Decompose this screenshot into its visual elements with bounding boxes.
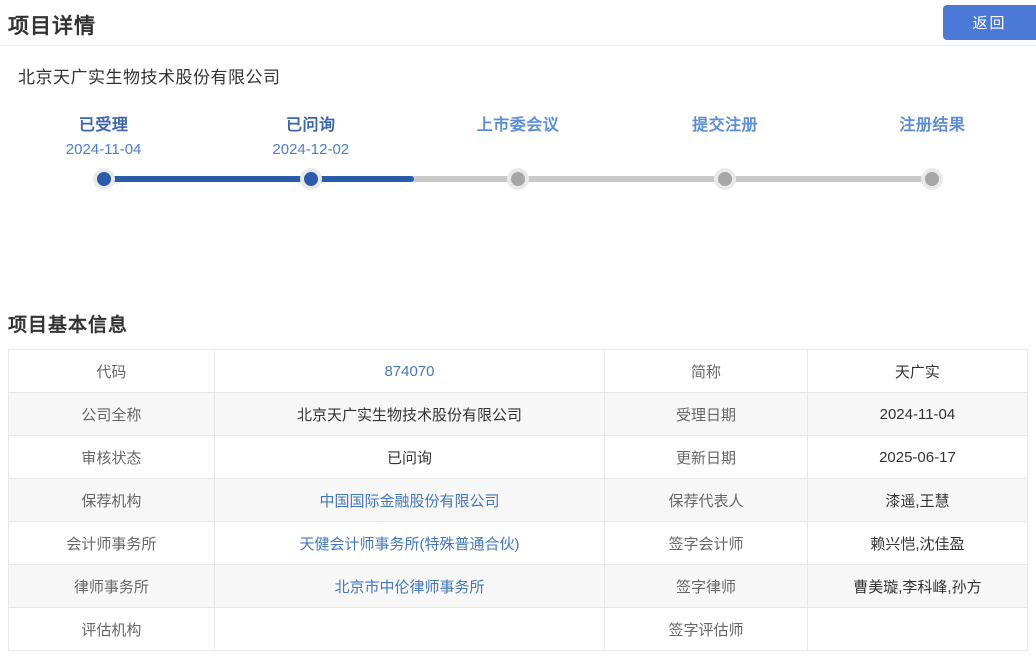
row-label-1: 会计师事务所 bbox=[8, 521, 215, 565]
table-row: 律师事务所 北京市中伦律师事务所 签字律师 曹美璇,李科峰,孙方 bbox=[8, 564, 1029, 608]
row-label-2: 更新日期 bbox=[604, 435, 808, 479]
page-header: 项目详情 返回 bbox=[0, 0, 1036, 46]
row-label-1: 公司全称 bbox=[8, 392, 215, 436]
stage-dot-icon bbox=[718, 172, 733, 186]
timeline-progress-bar bbox=[103, 176, 415, 182]
row-label-1: 评估机构 bbox=[8, 607, 215, 651]
stage-dot-icon bbox=[96, 172, 111, 186]
row-value-2 bbox=[806, 607, 1029, 651]
row-value-1[interactable]: 北京市中伦律师事务所 bbox=[213, 564, 606, 608]
stage-date bbox=[622, 141, 829, 159]
section-title: 项目基本信息 bbox=[8, 315, 129, 336]
table-row: 代码 874070 简称 天广实 bbox=[8, 349, 1029, 393]
stage-label: 已受理 bbox=[78, 117, 129, 134]
row-label-2: 签字评估师 bbox=[604, 607, 808, 651]
row-label-2: 签字律师 bbox=[604, 564, 808, 608]
stage-dot-icon bbox=[925, 172, 940, 186]
stage-label: 提交注册 bbox=[692, 117, 759, 134]
table-row: 会计师事务所 天健会计师事务所(特殊普通合伙) 签字会计师 赖兴恺,沈佳盈 bbox=[8, 521, 1029, 565]
timeline: 已受理 2024-11-04 已问询 2024-12-02 上市委会议 提交注册… bbox=[0, 106, 1036, 206]
stage-label: 注册结果 bbox=[899, 117, 966, 134]
page-title: 项目详情 bbox=[8, 15, 96, 38]
row-value-1[interactable]: 天健会计师事务所(特殊普通合伙) bbox=[213, 521, 606, 565]
timeline-stages: 已受理 2024-11-04 已问询 2024-12-02 上市委会议 提交注册… bbox=[0, 106, 1036, 206]
timeline-stage: 已问询 2024-12-02 bbox=[207, 106, 414, 206]
row-value-2: 赖兴恺,沈佳盈 bbox=[806, 521, 1029, 565]
row-value-1[interactable]: 中国国际金融股份有限公司 bbox=[213, 478, 606, 522]
row-label-2: 简称 bbox=[604, 349, 808, 393]
stage-date bbox=[829, 141, 1036, 159]
table-row: 评估机构 签字评估师 bbox=[8, 607, 1029, 651]
row-label-1: 审核状态 bbox=[8, 435, 215, 479]
stage-label: 已问询 bbox=[286, 117, 336, 134]
row-value-1[interactable]: 874070 bbox=[213, 349, 606, 393]
stage-dot-icon bbox=[303, 172, 318, 186]
row-label-1: 保荐机构 bbox=[8, 478, 215, 522]
timeline-stage: 提交注册 bbox=[622, 106, 829, 206]
row-value-1: 北京天广实生物技术股份有限公司 bbox=[213, 392, 606, 436]
row-value-2: 曹美璇,李科峰,孙方 bbox=[806, 564, 1029, 608]
row-label-1: 律师事务所 bbox=[8, 564, 215, 608]
row-label-2: 受理日期 bbox=[604, 392, 808, 436]
row-value-1: 已问询 bbox=[213, 435, 606, 479]
back-button[interactable]: 返回 bbox=[943, 5, 1036, 40]
company-name: 北京天广实生物技术股份有限公司 bbox=[18, 68, 281, 87]
row-label-2: 保荐代表人 bbox=[604, 478, 808, 522]
row-value-2: 2025-06-17 bbox=[806, 435, 1029, 479]
timeline-stage: 上市委会议 bbox=[414, 106, 621, 206]
timeline-stage: 注册结果 bbox=[829, 106, 1036, 206]
stage-label: 上市委会议 bbox=[476, 117, 560, 134]
project-info-table: 代码 874070 简称 天广实 公司全称 北京天广实生物技术股份有限公司 受理… bbox=[8, 349, 1029, 651]
table-row: 审核状态 已问询 更新日期 2025-06-17 bbox=[8, 435, 1029, 479]
row-label-2: 签字会计师 bbox=[604, 521, 808, 565]
stage-date: 2024-11-04 bbox=[65, 141, 142, 158]
table-row: 保荐机构 中国国际金融股份有限公司 保荐代表人 漆遥,王慧 bbox=[8, 478, 1029, 522]
row-value-1 bbox=[213, 607, 606, 651]
row-value-2: 天广实 bbox=[806, 349, 1029, 393]
stage-date bbox=[414, 141, 621, 159]
row-value-2: 漆遥,王慧 bbox=[806, 478, 1029, 522]
timeline-stage: 已受理 2024-11-04 bbox=[0, 106, 207, 206]
stage-date: 2024-12-02 bbox=[272, 141, 350, 158]
row-label-1: 代码 bbox=[8, 349, 215, 393]
row-value-2: 2024-11-04 bbox=[806, 392, 1029, 436]
stage-dot-icon bbox=[510, 172, 525, 186]
table-row: 公司全称 北京天广实生物技术股份有限公司 受理日期 2024-11-04 bbox=[8, 392, 1029, 436]
